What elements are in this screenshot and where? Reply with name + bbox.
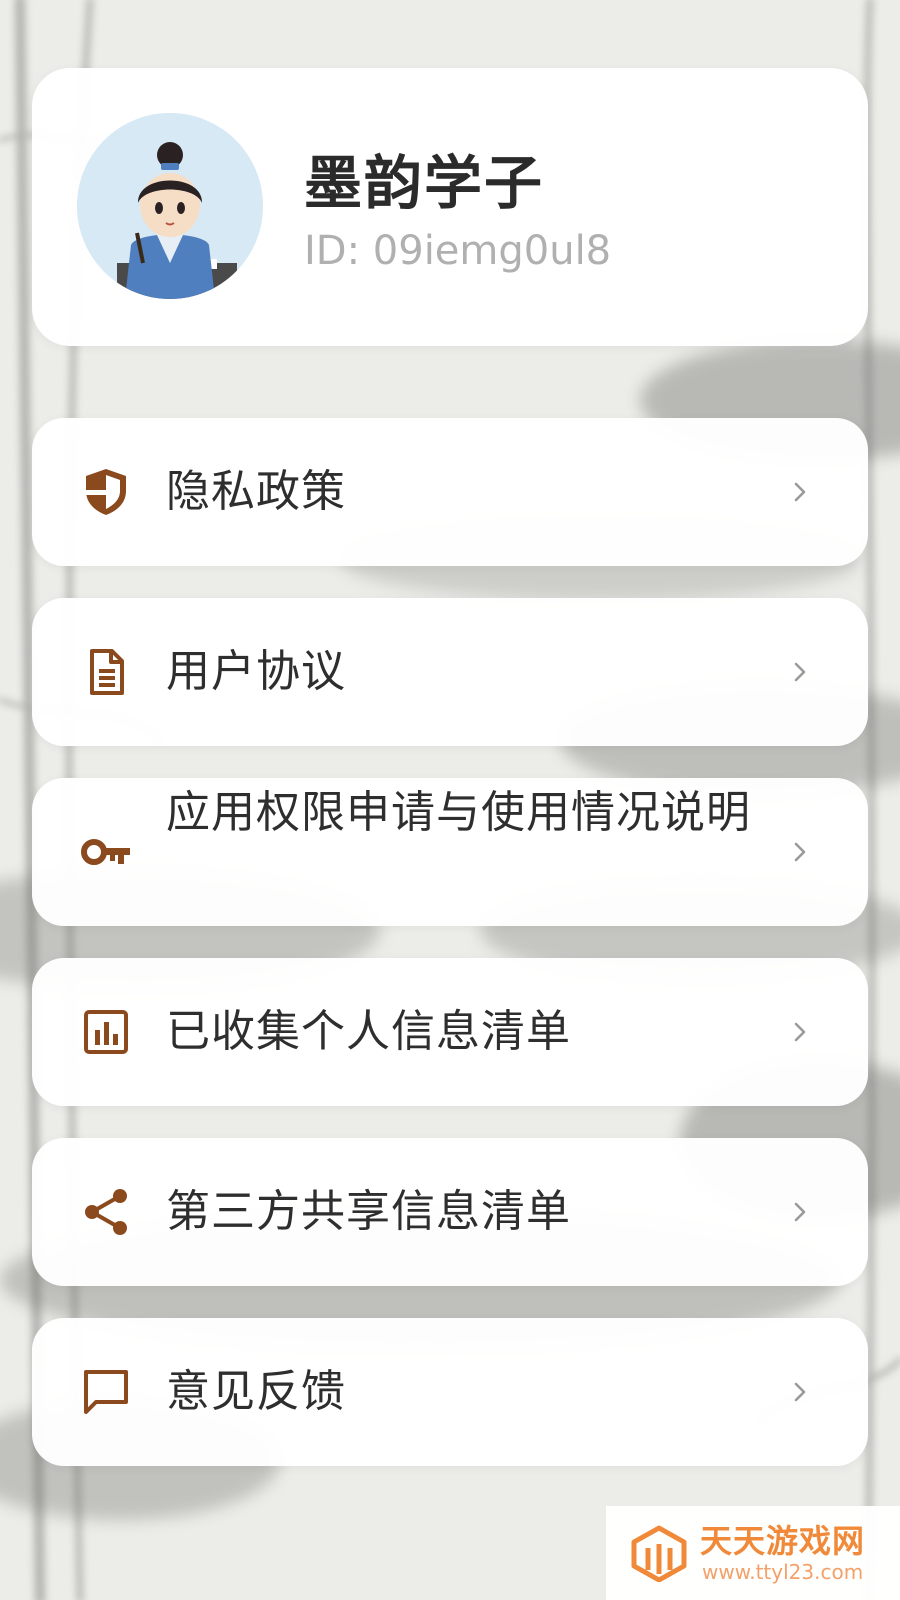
menu-label: 已收集个人信息清单 xyxy=(166,1006,571,1057)
menu-label: 应用权限申请与使用情况说明 xyxy=(166,787,751,838)
avatar[interactable] xyxy=(77,113,263,299)
chevron-right-icon xyxy=(788,1020,812,1044)
watermark-url: www.ttyl23.com xyxy=(702,1560,864,1584)
key-icon xyxy=(80,826,132,878)
menu-item-collected-info[interactable]: 已收集个人信息清单 xyxy=(32,958,868,1106)
menu-item-third-party-sharing[interactable]: 第三方共享信息清单 xyxy=(32,1138,868,1286)
menu-label: 意见反馈 xyxy=(166,1366,346,1417)
bar-chart-icon xyxy=(80,1006,132,1058)
menu-label: 用户协议 xyxy=(166,646,346,697)
chat-bubble-icon xyxy=(80,1366,132,1418)
menu-item-feedback[interactable]: 意见反馈 xyxy=(32,1318,868,1466)
chevron-right-icon xyxy=(788,1380,812,1404)
menu-item-user-agreement[interactable]: 用户协议 xyxy=(32,598,868,746)
chevron-right-icon xyxy=(788,480,812,504)
chevron-right-icon xyxy=(788,1200,812,1224)
menu-label: 第三方共享信息清单 xyxy=(166,1186,571,1237)
watermark: 天天游戏网 www.ttyl23.com xyxy=(606,1506,900,1600)
menu-label: 隐私政策 xyxy=(166,466,346,517)
document-icon xyxy=(80,646,132,698)
watermark-logo-icon xyxy=(630,1524,688,1583)
username: 墨韵学子 xyxy=(304,149,545,217)
share-icon xyxy=(80,1186,132,1238)
menu-item-privacy-policy[interactable]: 隐私政策 xyxy=(32,418,868,566)
menu-item-app-permissions[interactable]: 应用权限申请与使用情况说明 xyxy=(32,778,868,926)
profile-card[interactable]: 墨韵学子 ID: 09iemg0ul8 xyxy=(32,68,868,346)
user-id: ID: 09iemg0ul8 xyxy=(304,228,612,274)
chevron-right-icon xyxy=(788,660,812,684)
chevron-right-icon xyxy=(788,840,812,864)
watermark-title: 天天游戏网 xyxy=(700,1522,866,1560)
shield-icon xyxy=(80,466,132,518)
